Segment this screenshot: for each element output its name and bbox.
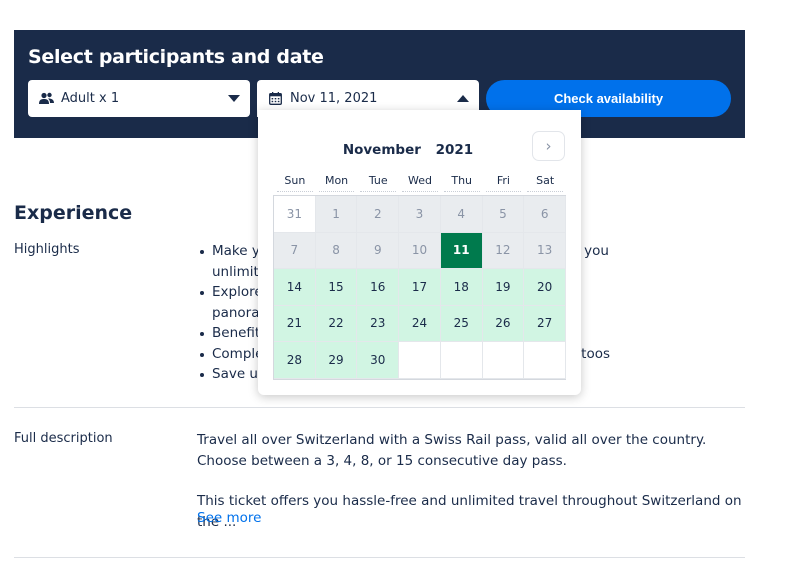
experience-heading: Experience (14, 202, 133, 224)
see-more-link[interactable]: See more (197, 510, 261, 526)
calendar-day-available[interactable]: 25 (440, 305, 483, 342)
weekday-label: Thu (443, 174, 480, 192)
weekday-label: Sun (277, 174, 313, 192)
participants-select[interactable]: Adult x 1 (28, 80, 250, 117)
calendar-empty-cell (524, 342, 566, 379)
calendar-month: November (342, 142, 421, 158)
calendar-year: 2021 (435, 142, 474, 158)
calendar-day-available[interactable]: 14 (274, 269, 316, 306)
calendar-day-available[interactable]: 15 (315, 269, 358, 306)
calendar-day-selected[interactable]: 11 (440, 232, 483, 269)
weekday-label: Fri (485, 174, 522, 192)
calendar-day-prev: 31 (274, 196, 316, 233)
calendar-day-available[interactable]: 27 (524, 305, 566, 342)
calendar-day-disabled: 6 (524, 196, 566, 233)
next-month-button[interactable]: › (532, 131, 565, 161)
date-picker-popup: November 2021 › Sun Mon Tue Wed Thu Fri Sat 31… (258, 110, 581, 395)
calendar-day-available[interactable]: 18 (440, 269, 483, 306)
calendar-day-disabled: 10 (399, 232, 441, 269)
people-icon (38, 91, 54, 107)
calendar-day-disabled: 3 (399, 196, 441, 233)
calendar-day-available[interactable]: 16 (357, 269, 400, 306)
date-value: Nov 11, 2021 (290, 91, 378, 106)
calendar-day-available[interactable]: 17 (399, 269, 441, 306)
calendar-day-disabled: 4 (440, 196, 483, 233)
calendar-day-disabled: 9 (357, 232, 400, 269)
booking-title: Select participants and date (28, 46, 324, 68)
calendar-day-disabled: 7 (274, 232, 316, 269)
calendar-day-available[interactable]: 26 (482, 305, 525, 342)
highlights-label: Highlights (14, 242, 80, 257)
divider (14, 407, 745, 408)
weekday-label: Tue (360, 174, 397, 192)
weekday-header: Sun Mon Tue Wed Thu Fri Sat (274, 174, 566, 192)
calendar-day-available[interactable]: 23 (357, 305, 400, 342)
calendar-day-available[interactable]: 29 (315, 342, 358, 379)
participants-value: Adult x 1 (61, 91, 120, 106)
caret-down-icon (228, 95, 240, 102)
calendar-day-available[interactable]: 24 (399, 305, 441, 342)
calendar-day-disabled: 13 (524, 232, 566, 269)
calendar-day-disabled: 12 (482, 232, 525, 269)
weekday-label: Wed (402, 174, 438, 192)
calendar-empty-cell (482, 342, 525, 379)
weekday-label: Sat (527, 174, 563, 192)
calendar-month-year: November 2021 (258, 142, 558, 158)
full-description-label: Full description (14, 431, 113, 446)
calendar-day-disabled: 2 (357, 196, 400, 233)
description-paragraph-2: This ticket offers you hassle-free and u… (197, 493, 742, 530)
divider (14, 557, 745, 558)
calendar-day-disabled: 5 (482, 196, 525, 233)
calendar-day-available[interactable]: 28 (274, 342, 316, 379)
calendar-empty-cell (399, 342, 441, 379)
calendar-day-available[interactable]: 19 (482, 269, 525, 306)
calendar-empty-cell (440, 342, 483, 379)
chevron-right-icon: › (545, 137, 552, 155)
calendar-day-disabled: 1 (315, 196, 358, 233)
calendar-day-disabled: 8 (315, 232, 358, 269)
calendar-grid: 31 1 2 3 4 5 6 7 8 9 10 11 12 13 14 15 16 17 18 19 20 21 22 23 2… (273, 195, 566, 380)
weekday-label: Mon (318, 174, 355, 192)
description-paragraph-1: Travel all over Switzerland with a Swiss… (197, 432, 707, 469)
calendar-day-available[interactable]: 20 (524, 269, 566, 306)
caret-up-icon (457, 95, 469, 102)
calendar-day-available[interactable]: 21 (274, 305, 316, 342)
calendar-day-available[interactable]: 22 (315, 305, 358, 342)
calendar-day-available[interactable]: 30 (357, 342, 400, 379)
calendar-icon (267, 91, 283, 107)
